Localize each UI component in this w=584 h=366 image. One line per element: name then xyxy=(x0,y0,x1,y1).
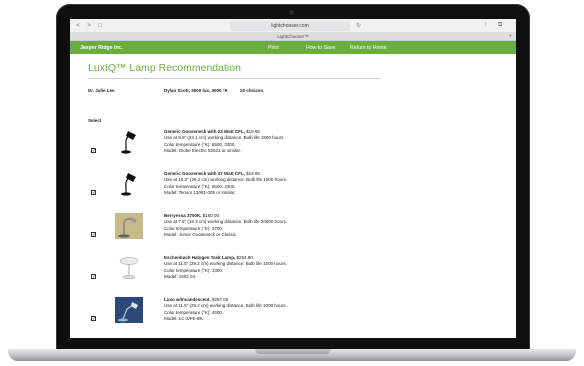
product-row: ✓ Generic Gooseneck with 23 Watt CFL, $1… xyxy=(88,129,498,167)
new-tab-icon[interactable]: + xyxy=(508,33,512,41)
product-name: Eschenbach Halogen Task Lamp, xyxy=(164,255,236,260)
gooseneck-lamp-icon xyxy=(121,131,136,154)
product-description: Berryessa 3700K, $160.00 Use at 7.6" (19… xyxy=(164,213,287,238)
nav-link-print[interactable]: Print xyxy=(268,45,279,51)
product-name: Generic Gooseneck with 23 Watt CFL, xyxy=(164,129,245,134)
halogen-lamp-icon xyxy=(119,257,139,280)
luxo-lamp-icon xyxy=(115,297,143,323)
reload-icon[interactable]: ↻ xyxy=(356,22,361,29)
product-price: $160.00 xyxy=(201,213,220,218)
gooseneck-lamp-icon xyxy=(121,173,136,196)
product-model: Model: LC-2/FE-BK. xyxy=(164,315,205,321)
brand-name[interactable]: Jasper Ridge Inc. xyxy=(80,45,123,51)
nav-link-how-to-save[interactable]: How to Save xyxy=(306,45,335,51)
recommendation-meta: Dr. Julie Lee Dylan Scott, 3000 lux, 300… xyxy=(88,88,498,98)
product-row: ✓ Generic Gooseneck with 27 Watt CFL, $1… xyxy=(88,171,498,209)
tabs-icon[interactable]: ⧉ xyxy=(498,22,502,29)
product-row: ✓ Luxo w/Incandescent, $297.00 Use at 11… xyxy=(88,297,498,335)
product-model: Model: Tensor 13061-005 or similar. xyxy=(164,189,236,195)
choices-count: 20 choices xyxy=(240,88,264,93)
select-column-label: Select xyxy=(88,118,102,123)
select-checkbox[interactable]: ✓ xyxy=(91,232,96,237)
product-usage: Use at 11.5" (29.2 cm) working distance.… xyxy=(164,303,287,309)
product-name: Generic Gooseneck with 27 Watt CFL, xyxy=(164,171,245,176)
product-usage: Use at 9.5" (24.1 cm) working distance. … xyxy=(164,135,285,141)
product-price: $19.95 xyxy=(244,129,260,134)
laptop-base-notch xyxy=(255,349,331,354)
tab-bar: LightChooser™ + xyxy=(70,33,516,41)
laptop-screen: < > □ lightchooser.com ↻ ↑ ⧉ LightChoose… xyxy=(70,19,516,338)
webcam xyxy=(289,10,294,15)
product-description: Eschenbach Halogen Task Lamp, $284.80 Us… xyxy=(164,255,287,280)
product-description: Generic Gooseneck with 23 Watt CFL, $19.… xyxy=(164,129,285,154)
share-icon[interactable]: ↑ xyxy=(484,22,487,28)
address-url: lightchooser.com xyxy=(271,23,309,29)
patient-summary: Dylan Scott, 3000 lux, 3000 °K xyxy=(164,88,228,93)
select-checkbox[interactable]: ✓ xyxy=(91,148,96,153)
product-price: $284.80 xyxy=(235,255,253,260)
product-row: ✓ Eschenbach Halogen Task Lamp, $284.80 … xyxy=(88,255,498,293)
address-bar[interactable]: lightchooser.com xyxy=(230,21,350,31)
sidebar-icon[interactable]: □ xyxy=(96,22,104,30)
forward-icon[interactable]: > xyxy=(85,22,93,30)
product-usage: Use at 11.5" (29.2 cm) working distance.… xyxy=(164,261,287,267)
tab-title[interactable]: LightChooser™ xyxy=(277,34,308,39)
select-checkbox[interactable]: ✓ xyxy=(91,190,96,195)
product-price: $19.95 xyxy=(244,171,260,176)
select-checkbox[interactable]: ✓ xyxy=(91,274,96,279)
product-usage: Use at 10.3" (26.2 cm) working distance.… xyxy=(164,177,288,183)
browser-toolbar: < > □ lightchooser.com ↻ ↑ ⧉ xyxy=(70,19,516,33)
nav-link-return-home[interactable]: Return to Home xyxy=(350,45,387,51)
product-price: $297.00 xyxy=(210,297,229,302)
page-title: LuxIQ™ Lamp Recommendation xyxy=(88,62,380,79)
product-description: Luxo w/Incandescent, $297.00 Use at 11.5… xyxy=(164,297,287,322)
silver-desk-lamp-icon xyxy=(115,213,143,239)
product-usage: Use at 7.6" (19.3 cm) working distance. … xyxy=(164,219,288,225)
product-model: Model: Globe Electric 52021 or similar. xyxy=(164,147,242,153)
site-navbar: Jasper Ridge Inc. Print How to Save Retu… xyxy=(70,41,516,54)
product-model: Model: Junior Gooseneck or Classic. xyxy=(164,231,238,237)
product-model: Model: 1602 04. xyxy=(164,273,197,279)
select-checkbox[interactable]: ✓ xyxy=(91,316,96,321)
product-name: Berryessa 3700K, xyxy=(164,213,202,218)
product-description: Generic Gooseneck with 27 Watt CFL, $19.… xyxy=(164,171,287,196)
back-icon[interactable]: < xyxy=(74,22,82,30)
product-name: Luxo w/Incandescent, xyxy=(164,297,211,302)
main-content: LuxIQ™ Lamp Recommendation Dr. Julie Lee… xyxy=(70,62,516,335)
product-row: ✓ Berryessa 3700K, $160.00 Use at 7.6" (… xyxy=(88,213,498,251)
doctor-name: Dr. Julie Lee xyxy=(88,88,115,93)
